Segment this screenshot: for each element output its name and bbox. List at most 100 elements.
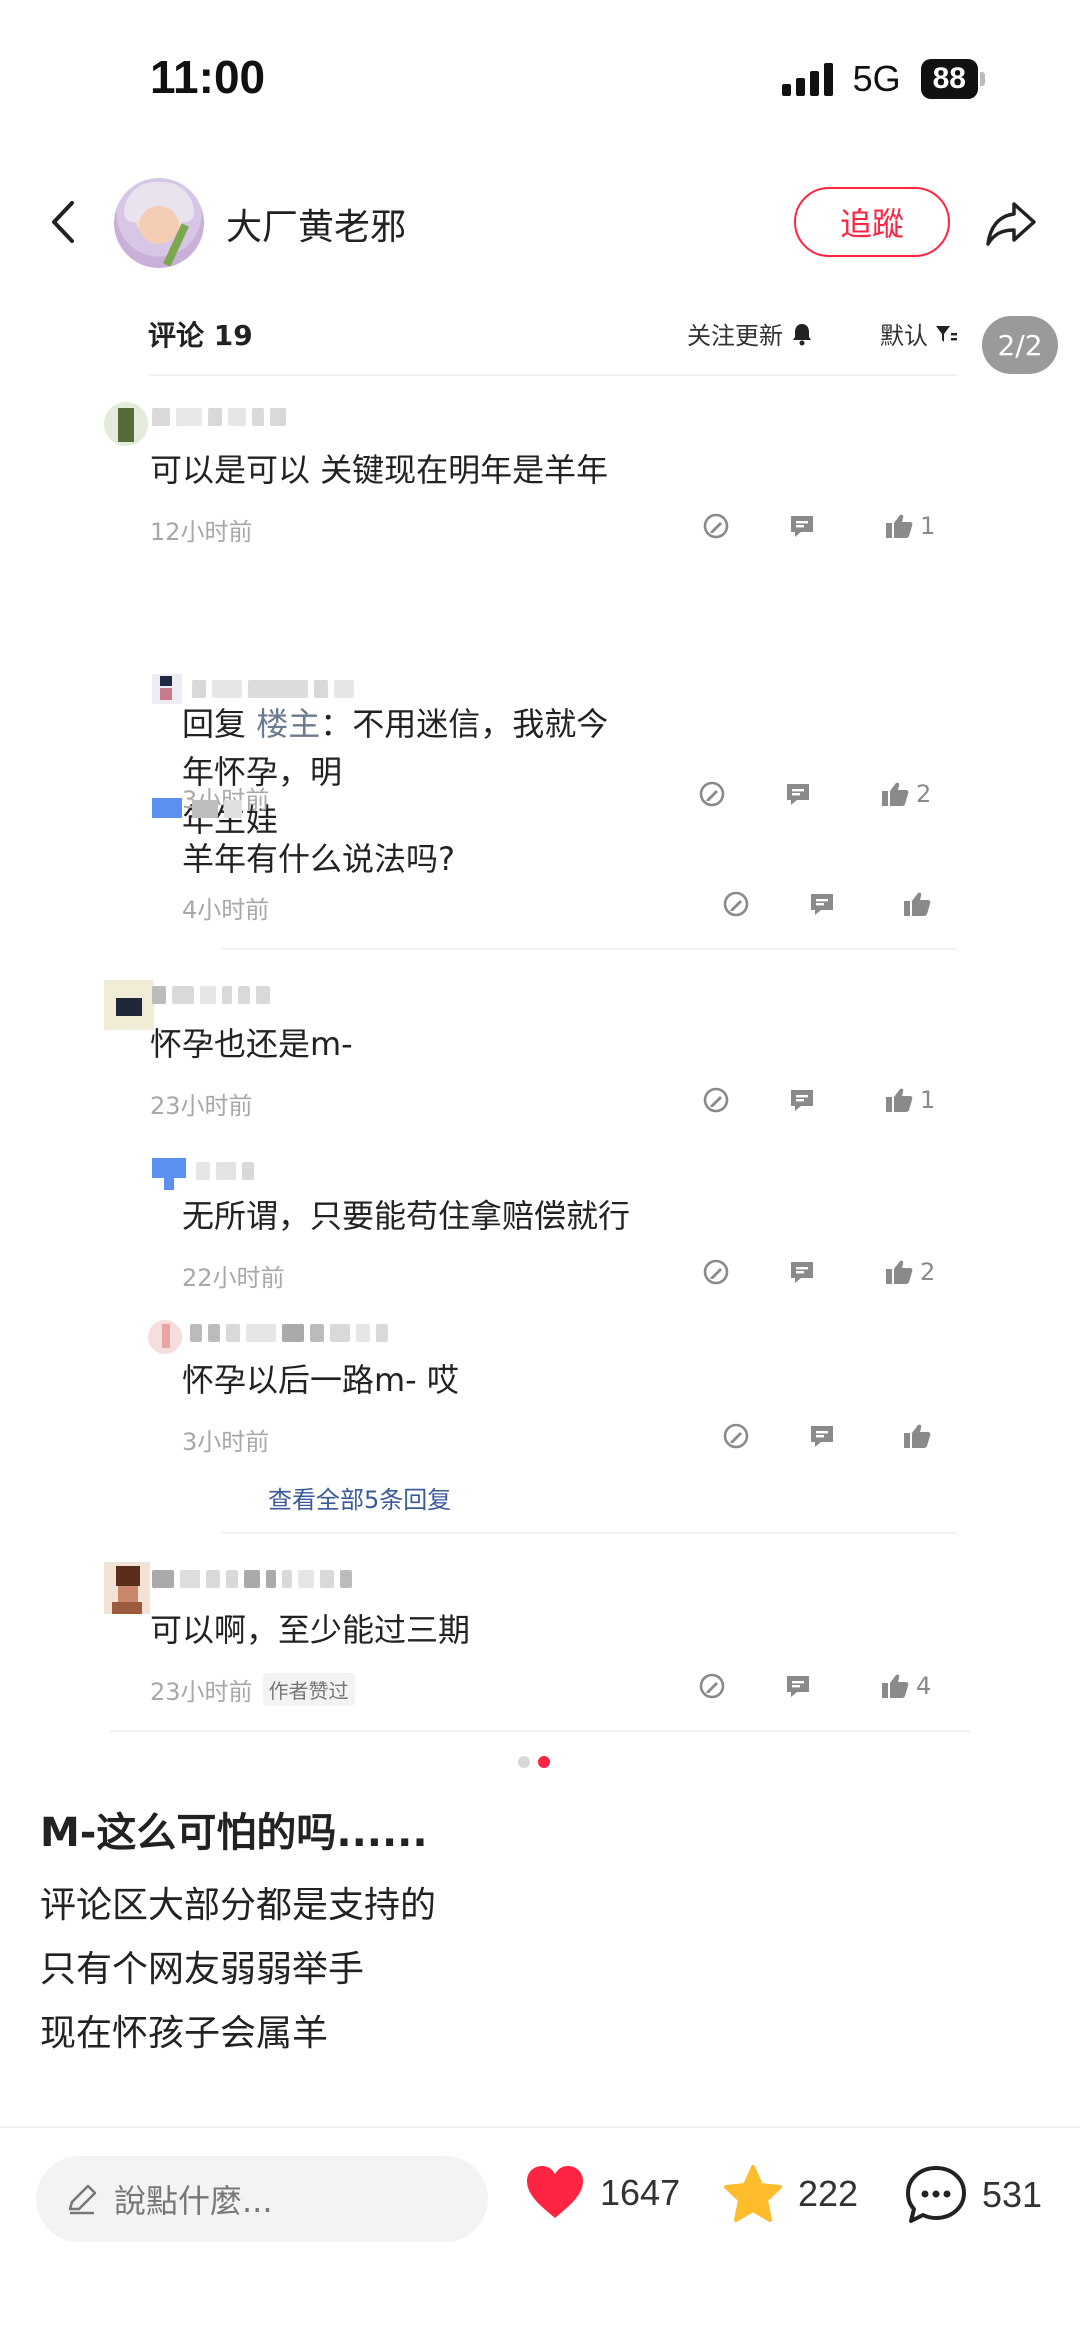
follow-updates: 关注更新 [687,316,813,351]
like-action[interactable] [902,890,932,918]
edit-icon [699,1673,725,1699]
avatar [104,1562,150,1614]
battery-icon: 88 [920,59,985,99]
heart-icon [527,2166,583,2218]
chat-bubble-icon [906,2166,966,2223]
post-header: 大厂黄老邪 追蹤 [0,172,1080,272]
comment-icon [787,784,809,805]
like-action[interactable] [902,1422,932,1450]
reply-action[interactable] [788,512,816,540]
comment-text: 怀孕也还是m- [150,1025,353,1063]
battery-level: 88 [920,59,978,99]
signal-icon [781,62,833,96]
thumbs-up-icon [886,1088,913,1112]
share-icon[interactable] [982,194,1040,252]
reply-text: 怀孕以后一路m- 哎 [182,1361,459,1399]
thumbs-up-icon [882,1674,909,1698]
filter-icon [936,325,957,342]
like-action[interactable]: 4 [880,1672,931,1700]
author-name[interactable]: 大厂黄老邪 [226,198,406,250]
avatar [152,674,182,704]
author-avatar[interactable] [114,178,204,268]
like-count: 1 [920,1086,936,1114]
comment-text: 可以啊，至少能过三期 [150,1611,471,1649]
reply-action[interactable] [784,1672,812,1700]
edit-action[interactable] [702,512,730,540]
edit-icon [703,1087,729,1113]
reply-to-label: 楼主 [256,705,321,743]
edit-action[interactable] [722,1422,750,1450]
likes-count: 1647 [600,2172,681,2213]
comment-icon [791,516,813,537]
view-all-replies-link[interactable]: 查看全部5条回复 [268,1480,451,1515]
post-body-line: 评论区大部分都是支持的 [40,1885,437,1926]
comment-time: 23小时前 作者赞过 [150,1672,355,1707]
comment-icon [791,1090,813,1111]
blurred-username [192,798,242,820]
thumbs-up-icon [886,1260,913,1284]
reply-action[interactable] [784,780,812,808]
like-button[interactable]: 1647 [524,2164,680,2222]
comments-screenshot: 评论 19 关注更新 默认 可以是可以 关键现在明年是羊年 12小时前 1 回复… [104,290,972,1730]
comment-icon [811,1426,833,1447]
comment-text: 可以是可以 关键现在明年是羊年 [150,451,609,489]
like-count: 2 [916,780,932,808]
avatar [152,794,182,824]
comments-count: 531 [982,2174,1043,2215]
edit-action[interactable] [698,780,726,808]
star-icon [724,2165,782,2222]
carousel-indicator [518,1756,550,1768]
like-count: 4 [916,1672,932,1700]
thumbs-up-icon [882,782,909,806]
like-action[interactable]: 2 [884,1258,935,1286]
sort-selector: 默认 [880,316,958,351]
reply-action[interactable] [788,1086,816,1114]
edit-action[interactable] [702,1086,730,1114]
comments-button[interactable]: 531 [904,2164,1042,2226]
reply-text: 回复 楼主：不用迷信，我就今年怀孕，明 年生娃 [182,705,609,839]
edit-icon [703,1259,729,1285]
follow-updates-label: 关注更新 [687,322,783,350]
like-count: 1 [920,512,936,540]
like-action[interactable]: 1 [884,512,935,540]
edit-action[interactable] [698,1672,726,1700]
reply-text: 无所谓，只要能苟住拿赔偿就行 [182,1197,631,1235]
comment-input[interactable]: 說點什麼... [36,2156,488,2242]
reply-action[interactable] [808,1422,836,1450]
comments-title: 评论 19 [148,319,253,352]
blurred-username [190,1322,388,1344]
blurred-username [152,984,270,1006]
avatar [148,1320,182,1354]
comments-header: 评论 19 关注更新 默认 [148,314,958,354]
post-title: M-这么可怕的吗...... [40,1810,428,1856]
blurred-username [196,1160,254,1182]
avatar [104,980,154,1030]
bell-icon [793,323,811,345]
reply-text: 羊年有什么说法吗? [182,840,455,878]
edit-icon [699,781,725,807]
reply-action[interactable] [808,890,836,918]
favorite-button[interactable]: 222 [722,2164,858,2224]
comment-time: 23小时前 [150,1092,253,1120]
network-label: 5G [852,58,901,99]
reply-time: 4小时前 [182,896,270,924]
carousel-dot [518,1756,530,1768]
status-icons: 5G 88 [781,58,985,100]
thumbs-up-icon [904,892,931,916]
comment-icon [791,1262,813,1283]
like-action[interactable]: 2 [880,780,931,808]
author-liked-badge: 作者赞过 [262,1673,355,1706]
back-icon[interactable] [44,197,84,247]
like-action[interactable]: 1 [884,1086,935,1114]
follow-button[interactable]: 追蹤 [794,187,950,257]
edit-action[interactable] [722,890,750,918]
avatar [152,1158,186,1192]
blurred-username [152,406,286,428]
post-body-line: 现在怀孩子会属羊 [40,2013,329,2054]
image-pager-badge: 2/2 [982,316,1058,374]
reply-action[interactable] [788,1258,816,1286]
post-body-line: 只有个网友弱弱举手 [40,1949,365,1990]
edit-action[interactable] [702,1258,730,1286]
reply-time: 22小时前 [182,1264,285,1292]
comment-input-placeholder: 說點什麼... [114,2182,273,2220]
